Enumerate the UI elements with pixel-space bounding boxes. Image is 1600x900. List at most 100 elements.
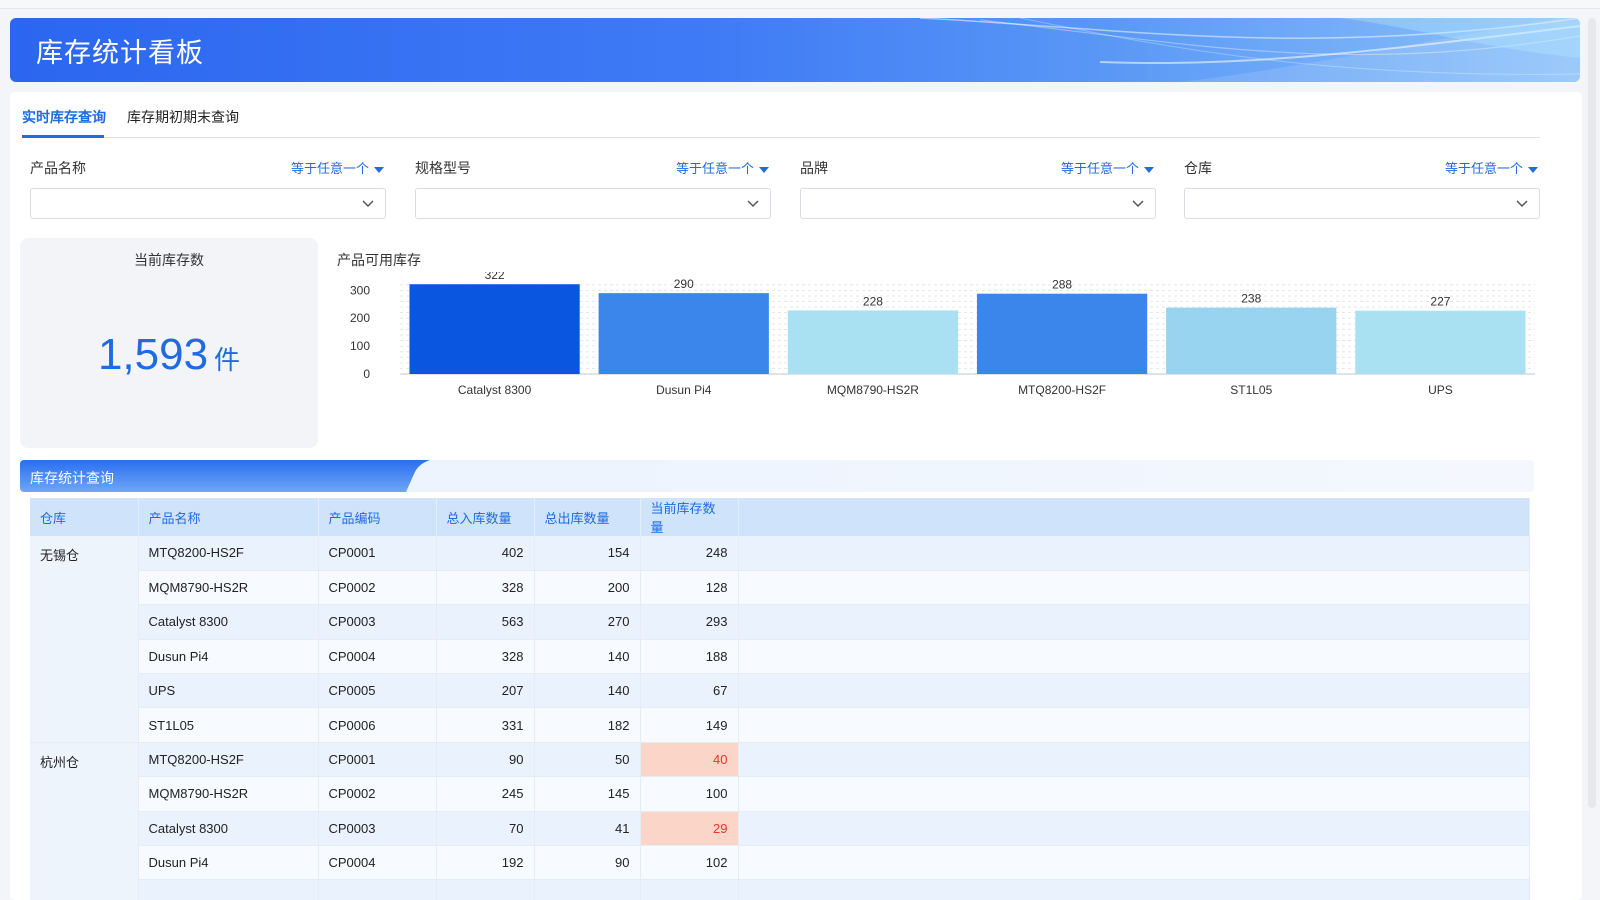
active-tab-indicator [22,135,104,138]
filter-operator-label: 等于任意一个 [1060,162,1139,177]
cell-product-code: CP0002 [318,570,437,606]
cell-product-code [318,879,437,900]
cell-filler [738,639,1530,675]
column-header-filler [738,498,1530,536]
table-row[interactable]: Catalyst 8300 CP0003 563 270 293 [30,604,1530,640]
table-row[interactable]: 无锡仓 MTQ8200-HS2F CP0001 402 154 248 [30,536,1530,743]
bar-value-label: 228 [863,294,883,308]
cell-current-stock: 149 [640,707,739,743]
column-header-warehouse[interactable]: 仓库 [30,498,139,536]
filter-product-name: 产品名称 等于任意一个 [30,158,386,219]
current-stock-card: 当前库存数 1,593 件 [20,238,318,448]
y-tick-label: 300 [350,283,370,297]
cell-current-stock: 102 [640,845,739,881]
column-header-product-name[interactable]: 产品名称 [138,498,319,536]
x-tick-label: Catalyst 8300 [458,383,532,397]
cell-total-in: 245 [436,776,535,812]
table-row[interactable]: MQM8790-HS2R CP0002 245 145 100 [30,776,1530,812]
cell-total-out: 182 [534,707,641,743]
y-tick-label: 100 [350,339,370,353]
y-tick-label: 0 [363,367,370,381]
caret-down-icon [374,166,384,173]
cell-product-name: MQM8790-HS2R [138,570,319,606]
cell-current-stock: 67 [640,673,739,709]
product-name-select[interactable] [30,188,386,219]
column-header-current-stock[interactable]: 当前库存数量 [640,498,739,536]
filter-warehouse: 仓库 等于任意一个 [1184,158,1540,219]
cell-product-name: Dusun Pi4 [138,639,319,675]
chart-bar [787,310,959,374]
table-row[interactable]: UPS CP0005 207 140 67 [30,673,1530,709]
cell-current-stock: 40 [640,742,739,778]
brand-select[interactable] [800,188,1156,219]
cell-current-stock [640,879,739,900]
cell-total-out: 140 [534,639,641,675]
cell-product-code: CP0002 [318,776,437,812]
cell-total-out: 50 [534,742,641,778]
chevron-down-icon [362,200,374,208]
table-row[interactable]: MQM8790-HS2R CP0002 328 200 128 [30,570,1530,606]
section-title: 库存统计查询 [30,471,114,487]
kpi-unit: 件 [214,346,241,376]
cell-filler [738,707,1530,743]
bar-value-label: 227 [1430,295,1450,309]
warehouse-select[interactable] [1184,188,1540,219]
filter-operator-label: 等于任意一个 [1444,162,1523,177]
cell-warehouse: 无锡仓 [30,536,139,743]
page-scrollbar[interactable] [1588,18,1596,808]
cell-product-code: CP0001 [318,742,437,778]
tab-realtime-stock[interactable]: 实时库存查询 [22,107,106,127]
cell-product-code: CP0004 [318,639,437,675]
y-tick-label: 200 [350,311,370,325]
filter-operator-dropdown[interactable]: 等于任意一个 [1445,158,1538,177]
column-header-total-out[interactable]: 总出库数量 [534,498,641,536]
cell-product-name [138,879,319,900]
cell-current-stock: 128 [640,570,739,606]
column-header-product-code[interactable]: 产品编码 [318,498,437,536]
filter-spec-model: 规格型号 等于任意一个 [415,158,771,219]
filter-operator-dropdown[interactable]: 等于任意一个 [676,158,769,177]
cell-total-out: 270 [534,604,641,640]
chart-bar [1355,310,1526,374]
caret-down-icon [1528,166,1538,173]
x-tick-label: Dusun Pi4 [656,383,712,397]
cell-product-code: CP0005 [318,673,437,709]
cell-filler [738,742,1530,778]
bar-value-label: 238 [1241,292,1261,306]
cell-total-out: 41 [534,811,641,847]
chevron-down-icon [1516,200,1528,208]
spec-model-select[interactable] [415,188,771,219]
cell-current-stock: 100 [640,776,739,812]
table-body: 无锡仓 MTQ8200-HS2F CP0001 402 154 248 MQM8790-HS… [30,536,1530,900]
filter-operator-dropdown[interactable]: 等于任意一个 [291,158,384,177]
filter-operator-dropdown[interactable]: 等于任意一个 [1061,158,1154,177]
product-stock-bar-chart: 0 100 200 300 322 Catalyst 8300 290 Dusun Pi4 22… [350,272,1535,397]
table-row[interactable]: 杭州仓 MTQ8200-HS2F CP0001 90 50 40 [30,742,1530,900]
cell-product-name: UPS [138,673,319,709]
table-row[interactable] [30,879,1530,900]
cell-total-out: 90 [534,845,641,881]
cell-filler [738,811,1530,847]
tab-period-stock[interactable]: 库存期初期末查询 [127,107,239,127]
cell-filler [738,776,1530,812]
column-header-total-in[interactable]: 总入库数量 [436,498,535,536]
table-row[interactable]: ST1L05 CP0006 331 182 149 [30,707,1530,743]
table-row[interactable]: Dusun Pi4 CP0004 192 90 102 [30,845,1530,881]
cell-total-in: 328 [436,639,535,675]
table-row[interactable]: Catalyst 8300 CP0003 70 41 29 [30,811,1530,847]
cell-current-stock: 248 [640,536,739,571]
cell-total-in: 402 [436,536,535,571]
cell-current-stock: 29 [640,811,739,847]
cell-product-name: MTQ8200-HS2F [138,742,319,778]
cell-total-in: 192 [436,845,535,881]
cell-product-name: MQM8790-HS2R [138,776,319,812]
cell-total-in [436,879,535,900]
browser-top-strip [0,0,1600,9]
section-header: 库存统计查询 [20,460,1534,492]
kpi-value: 1,593 件 [20,330,318,380]
table-row[interactable]: Dusun Pi4 CP0004 328 140 188 [30,639,1530,675]
caret-down-icon [759,166,769,173]
kpi-title: 当前库存数 [134,253,204,269]
cell-product-name: Catalyst 8300 [138,604,319,640]
dashboard-title: 库存统计看板 [36,38,204,69]
